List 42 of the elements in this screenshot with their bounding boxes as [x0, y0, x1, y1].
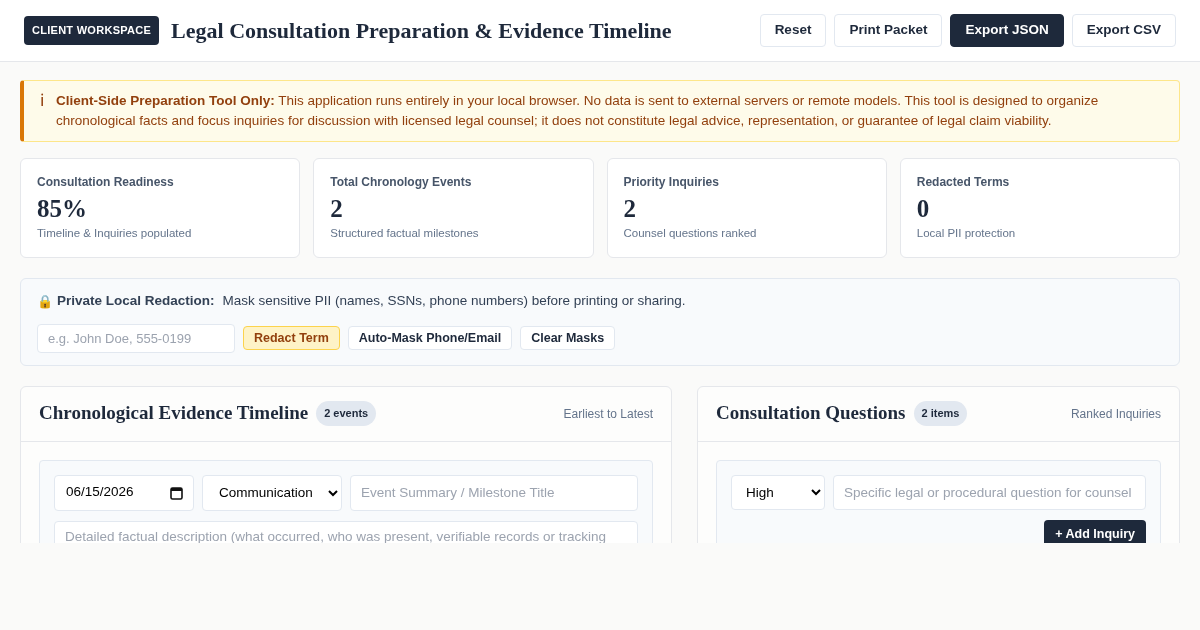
stat-note: Counsel questions ranked [623, 226, 758, 241]
redaction-description: Mask sensitive PII (names, SSNs, phone numbers) before printing or sharing. [222, 292, 686, 311]
calendar-icon [170, 485, 183, 500]
stat-label: Consultation Readiness [37, 174, 175, 191]
info-icon: ℹ [40, 91, 44, 131]
count-badge: 2 items [913, 401, 968, 426]
stat-note: Local PII protection [916, 226, 1017, 241]
redaction-button[interactable]: Clear Masks [520, 326, 616, 350]
stat-value: 0 [916, 194, 931, 224]
stat-value: 2 [330, 194, 344, 224]
panel-title: Consultation Questions [716, 401, 906, 426]
stat-value: 2 [623, 194, 637, 224]
sort-label: Earliest to Latest [563, 405, 653, 423]
header-button[interactable]: Export JSON [950, 14, 1064, 47]
question-field[interactable]: Specific legal or procedural question for counsel [833, 474, 1146, 510]
date-field[interactable]: 06/15/2026 [54, 474, 194, 511]
stat-value: 85% [37, 194, 88, 224]
stat-note: Timeline & Inquiries populated [37, 226, 193, 241]
notice-text: Client-Side Preparation Tool Only: This application runs entirely in your local browser. No data is sent to external servers or remote models. This tool is designed to organize chronological facts and focus inquiries for discussion with licensed legal counsel; it does not constitute legal advice, representation, or guarantee of legal claim viability. [56, 92, 1100, 130]
page-title: Legal Consultation Preparation & Evidence Timeline [171, 17, 672, 45]
redact-term-field[interactable]: e.g. John Doe, 555-0199 [37, 323, 235, 353]
date-value: 06/15/2026 [66, 483, 134, 502]
count-badge: 2 events [316, 401, 377, 426]
lock-icon: 🔒 [37, 291, 53, 312]
redaction-button[interactable]: Auto-Mask Phone/Email [347, 326, 513, 350]
header-button[interactable]: Print Packet [834, 14, 943, 47]
stat-label: Priority Inquiries [623, 174, 720, 191]
event-summary-field[interactable]: Event Summary / Milestone Title [350, 474, 638, 511]
category-select[interactable]: Communication [202, 474, 342, 511]
stat-label: Redacted Terms [916, 174, 1011, 191]
sort-label: Ranked Inquiries [1070, 405, 1161, 423]
priority-select[interactable]: High [731, 474, 825, 510]
header-button[interactable]: Reset [759, 14, 827, 47]
stat-note: Structured factual milestones [330, 226, 480, 241]
stat-label: Total Chronology Events [330, 174, 473, 191]
panel-title: Chronological Evidence Timeline [39, 401, 309, 426]
redaction-title: Private Local Redaction: [57, 292, 215, 311]
event-description-field[interactable]: Detailed factual description (what occurred, who was present, verifiable records or tracking [54, 520, 638, 543]
redaction-button[interactable]: Redact Term [243, 326, 340, 350]
add-inquiry-button[interactable]: + Add Inquiry [1044, 519, 1146, 543]
workspace-badge: CLIENT WORKSPACE [24, 16, 160, 45]
header-button[interactable]: Export CSV [1071, 14, 1176, 47]
